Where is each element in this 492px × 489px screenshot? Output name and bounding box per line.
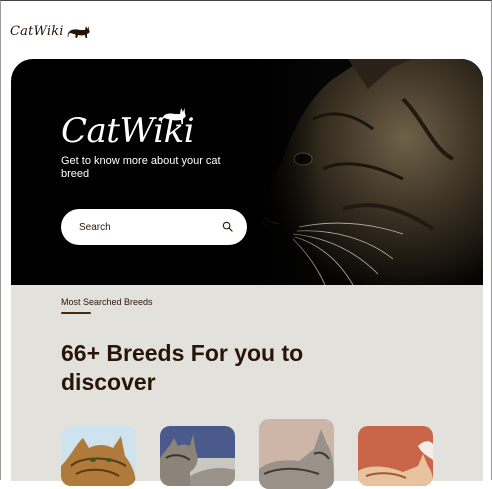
hero-banner: CatWiki Get to know more about your cat … [11, 59, 483, 285]
breed-image [259, 419, 334, 489]
breed-thumbnail[interactable] [259, 419, 334, 489]
section-headline: 66+ Breeds For you to discover [61, 340, 304, 395]
breed-thumbnail[interactable] [160, 426, 235, 486]
most-searched-breeds-section: Most Searched Breeds 66+ Breeds For you … [11, 285, 483, 489]
top-bar: CatWiki [1, 1, 492, 59]
search-box[interactable] [61, 209, 247, 245]
hero-tagline: Get to know more about your cat breed [61, 155, 221, 180]
brand-logo[interactable]: CatWiki [10, 23, 91, 39]
breed-image [61, 426, 136, 486]
breed-image [160, 426, 235, 486]
breed-thumbnail[interactable] [61, 426, 136, 486]
breed-thumbnail[interactable] [358, 426, 433, 486]
search-input[interactable] [77, 220, 211, 234]
section-kicker: Most Searched Breeds [61, 297, 153, 307]
kicker-underline [61, 312, 91, 314]
cat-silhouette-icon [67, 26, 90, 38]
hero-cat-image [253, 59, 483, 285]
search-icon[interactable] [222, 221, 233, 232]
brand-name: CatWiki [10, 24, 64, 39]
breed-image [358, 426, 433, 486]
cat-silhouette-icon [160, 108, 186, 124]
